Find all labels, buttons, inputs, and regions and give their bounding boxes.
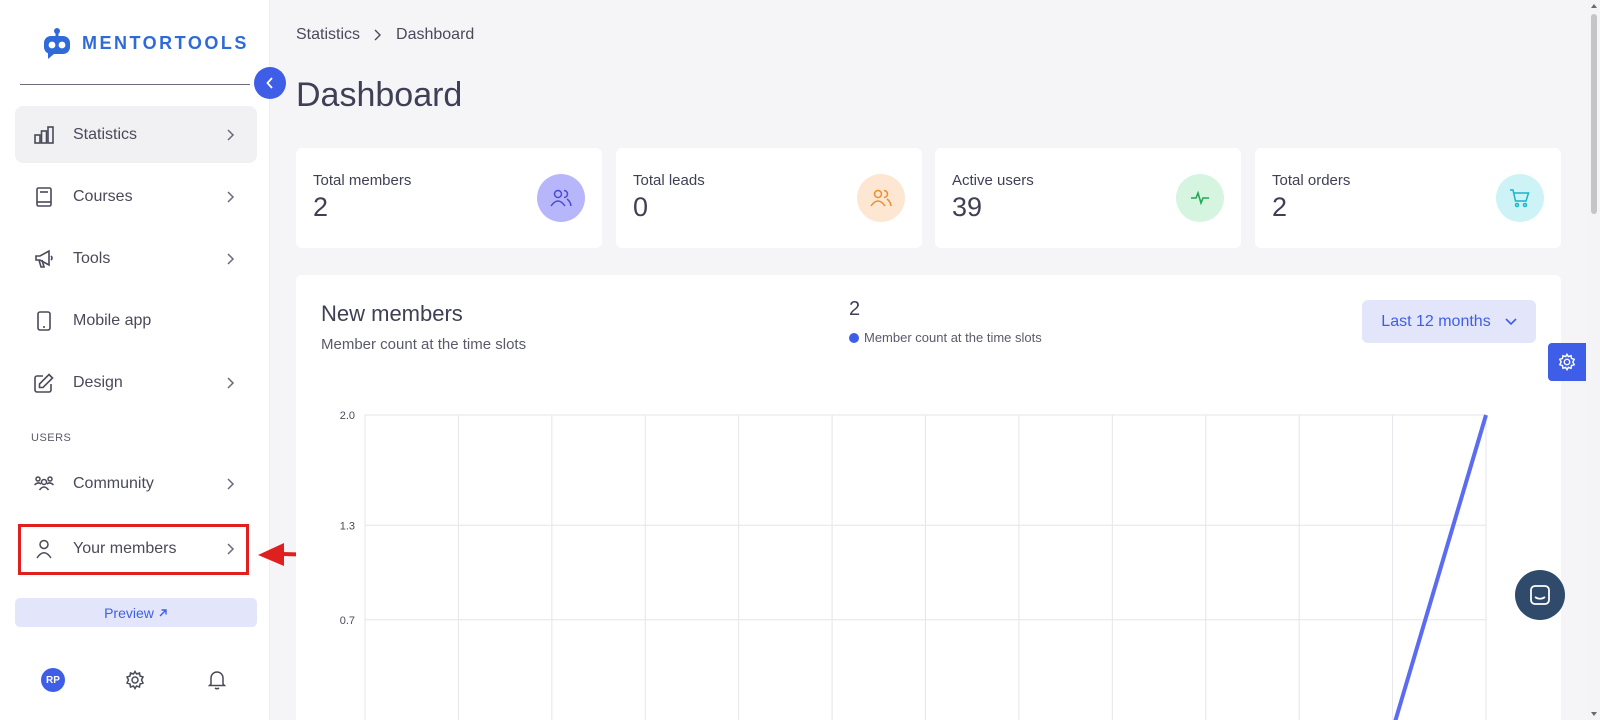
bar-chart-icon — [33, 124, 55, 146]
stat-card-total-leads: Total leads 0 — [616, 148, 922, 248]
stat-card-total-orders: Total orders 2 — [1255, 148, 1561, 248]
gear-icon — [1558, 353, 1576, 371]
scrollbar[interactable] — [1588, 0, 1600, 720]
chevron-left-icon — [266, 77, 273, 89]
sidebar-footer: RP — [0, 668, 270, 708]
users-icon — [857, 174, 905, 222]
stat-label: Total orders — [1272, 172, 1351, 189]
collapse-sidebar-button[interactable] — [254, 67, 286, 99]
activity-icon — [1176, 174, 1224, 222]
avatar[interactable]: RP — [41, 668, 65, 692]
sidebar-item-label: Community — [73, 474, 154, 492]
bell-icon[interactable] — [205, 668, 229, 692]
breadcrumb-dashboard: Dashboard — [396, 26, 475, 43]
sidebar-item-label: Courses — [73, 187, 133, 205]
stat-value: 39 — [952, 192, 983, 222]
sidebar-item-label: Statistics — [73, 125, 138, 143]
breadcrumb-statistics[interactable]: Statistics — [296, 26, 360, 44]
gear-icon[interactable] — [123, 668, 147, 692]
phone-icon — [33, 310, 55, 332]
new-members-card: New members Member count at the time slo… — [296, 275, 1561, 720]
sidebar-item-mobile-app[interactable]: Mobile app — [15, 292, 257, 349]
y-tick-label: 0.7 — [340, 615, 355, 627]
divider — [20, 84, 250, 85]
page-title: Dashboard — [296, 76, 463, 114]
settings-float-button[interactable] — [1548, 343, 1586, 381]
preview-label: Preview — [104, 604, 154, 621]
y-tick-label: 2.0 — [340, 410, 355, 422]
pencil-edit-icon — [33, 372, 55, 394]
sidebar-item-label: Mobile app — [73, 311, 152, 329]
sidebar-item-design[interactable]: Design — [15, 354, 257, 411]
sidebar-item-label: Design — [73, 373, 123, 391]
chat-icon — [1530, 585, 1550, 605]
stat-value: 2 — [313, 192, 329, 222]
cart-icon — [1496, 174, 1544, 222]
chevron-right-icon — [221, 477, 241, 490]
chevron-right-icon — [374, 29, 382, 41]
stat-label: Active users — [952, 172, 1034, 189]
sidebar-item-community[interactable]: Community — [15, 455, 257, 512]
logo[interactable]: MENTORTOOLS — [40, 26, 249, 60]
sidebar-item-tools[interactable]: Tools — [15, 230, 257, 287]
people-group-icon — [33, 473, 55, 495]
chat-widget-button[interactable] — [1515, 570, 1565, 620]
stat-value: 2 — [1272, 192, 1288, 222]
chevron-right-icon — [221, 128, 241, 141]
stat-label: Total leads — [633, 172, 705, 189]
users-icon — [537, 174, 585, 222]
sidebar-item-courses[interactable]: Courses — [15, 168, 257, 225]
breadcrumb: Statistics Dashboard — [296, 26, 474, 44]
scroll-up-arrow-icon[interactable] — [1590, 2, 1598, 10]
logo-text: MENTORTOOLS — [82, 32, 249, 53]
external-link-icon — [159, 608, 167, 616]
sidebar-item-statistics[interactable]: Statistics — [15, 106, 257, 163]
stat-label: Total members — [313, 172, 412, 189]
line-chart: 2.0 1.3 0.7 — [340, 410, 1488, 720]
preview-button[interactable]: Preview — [15, 598, 257, 627]
megaphone-icon — [33, 248, 55, 270]
annotation-highlight-box — [18, 524, 249, 575]
stat-card-total-members: Total members 2 — [296, 148, 602, 248]
section-label-users: USERS — [31, 432, 72, 444]
scrollbar-thumb[interactable] — [1591, 14, 1597, 214]
chevron-right-icon — [221, 376, 241, 389]
sidebar: MENTORTOOLS Statistics Courses Tools Mob… — [0, 0, 270, 720]
robot-logo-icon — [44, 28, 70, 59]
sidebar-item-label: Tools — [73, 249, 111, 267]
y-tick-label: 1.3 — [340, 520, 355, 532]
book-icon — [33, 186, 55, 208]
stat-card-active-users: Active users 39 — [935, 148, 1241, 248]
stat-value: 0 — [633, 192, 649, 222]
chevron-right-icon — [221, 190, 241, 203]
scroll-down-arrow-icon[interactable] — [1590, 710, 1598, 718]
chevron-right-icon — [221, 252, 241, 265]
